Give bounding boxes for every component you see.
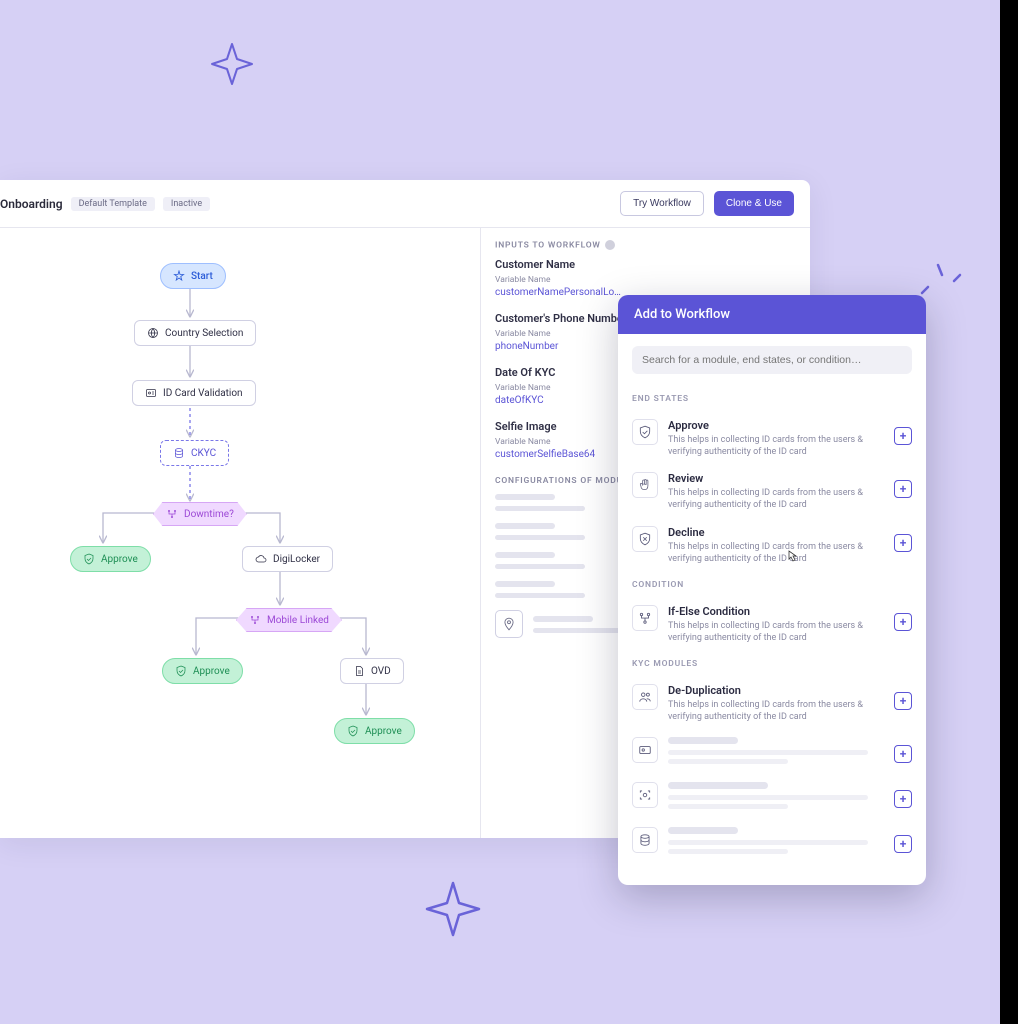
module-description: This helps in collecting ID cards from t… <box>668 620 884 644</box>
node-label: CKYC <box>191 448 216 459</box>
start-icon <box>173 270 185 282</box>
node-approve-1[interactable]: Approve <box>70 546 151 572</box>
branch-icon <box>632 605 658 631</box>
category-kyc-modules: KYC MODULES <box>632 659 912 669</box>
node-label: Start <box>191 271 213 282</box>
cursor-pointer-icon <box>784 549 800 565</box>
users-icon <box>632 684 658 710</box>
clone-and-use-button[interactable]: Clone & Use <box>714 191 794 216</box>
workflow-title: Onboarding <box>0 197 63 211</box>
add-module-button[interactable]: + <box>894 745 912 763</box>
id-card-icon <box>632 737 658 763</box>
module-approve[interactable]: Approve This helps in collecting ID card… <box>632 412 912 465</box>
branch-icon <box>166 508 178 520</box>
node-label: Country Selection <box>165 328 243 339</box>
node-start[interactable]: Start <box>160 263 226 289</box>
node-digilocker[interactable]: DigiLocker <box>242 546 333 572</box>
node-label: Approve <box>365 726 402 737</box>
module-decline[interactable]: Decline This helps in collecting ID card… <box>632 519 912 572</box>
sparkle-icon <box>210 42 254 86</box>
section-title-inputs: INPUTS TO WORKFLOW <box>495 240 810 250</box>
node-label: ID Card Validation <box>163 388 243 399</box>
node-label: Mobile Linked <box>267 615 329 626</box>
category-condition: CONDITION <box>632 580 912 590</box>
variable-name-label: Variable Name <box>495 275 810 285</box>
database-icon <box>632 827 658 853</box>
node-mobile-linked-decision[interactable]: Mobile Linked <box>236 608 342 632</box>
add-module-button[interactable]: + <box>894 790 912 808</box>
add-to-workflow-panel: Add to Workflow END STATES Approve This … <box>618 295 926 885</box>
shield-x-icon <box>632 526 658 552</box>
node-approve-3[interactable]: Approve <box>334 718 415 744</box>
document-icon <box>353 665 365 677</box>
shield-check-icon <box>632 419 658 445</box>
module-de-duplication[interactable]: De-Duplication This helps in collecting … <box>632 677 912 730</box>
sparkle-icon <box>424 880 482 938</box>
try-workflow-button[interactable]: Try Workflow <box>620 191 704 216</box>
module-description: This helps in collecting ID cards from t… <box>668 487 884 511</box>
search-input[interactable] <box>632 346 912 374</box>
node-ovd[interactable]: OVD <box>340 658 404 684</box>
node-downtime-decision[interactable]: Downtime? <box>153 502 247 526</box>
add-module-button[interactable]: + <box>894 613 912 631</box>
input-label: Customer Name <box>495 258 810 271</box>
face-scan-icon <box>632 782 658 808</box>
module-title: If-Else Condition <box>668 605 884 618</box>
database-icon <box>173 447 185 459</box>
input-field-customer-name[interactable]: Customer Name Variable Name customerName… <box>495 258 810 298</box>
map-pin-icon <box>495 610 523 638</box>
burst-icon <box>920 257 966 295</box>
add-module-button[interactable]: + <box>894 835 912 853</box>
module-skeleton: + <box>632 820 912 865</box>
badge-default-template: Default Template <box>71 197 155 211</box>
info-icon <box>605 240 615 250</box>
module-skeleton: + <box>632 775 912 820</box>
node-id-card-validation[interactable]: ID Card Validation <box>132 380 256 406</box>
add-module-button[interactable]: + <box>894 427 912 445</box>
node-approve-2[interactable]: Approve <box>162 658 243 684</box>
module-title: Decline <box>668 526 884 539</box>
module-title: Approve <box>668 419 884 432</box>
shield-check-icon <box>347 725 359 737</box>
shield-check-icon <box>175 665 187 677</box>
shield-check-icon <box>83 553 95 565</box>
cloud-lock-icon <box>255 553 267 565</box>
hand-icon <box>632 472 658 498</box>
add-panel-title: Add to Workflow <box>618 295 926 334</box>
branch-icon <box>249 614 261 626</box>
add-module-button[interactable]: + <box>894 534 912 552</box>
globe-icon <box>147 327 159 339</box>
module-description: This helps in collecting ID cards from t… <box>668 699 884 723</box>
workflow-canvas[interactable]: Start Country Selection ID Card Validati… <box>0 228 480 838</box>
module-skeleton: + <box>632 730 912 775</box>
node-label: Approve <box>101 554 138 565</box>
module-if-else[interactable]: If-Else Condition This helps in collecti… <box>632 598 912 651</box>
node-label: Downtime? <box>184 509 234 520</box>
module-review[interactable]: Review This helps in collecting ID cards… <box>632 465 912 518</box>
add-module-button[interactable]: + <box>894 692 912 710</box>
node-label: OVD <box>371 666 391 677</box>
editor-header: Onboarding Default Template Inactive Try… <box>0 180 810 228</box>
module-title: De-Duplication <box>668 684 884 697</box>
badge-inactive: Inactive <box>163 197 210 211</box>
node-ckyc[interactable]: CKYC <box>160 440 229 466</box>
id-card-icon <box>145 387 157 399</box>
module-description: This helps in collecting ID cards from t… <box>668 434 884 458</box>
add-module-button[interactable]: + <box>894 480 912 498</box>
module-title: Review <box>668 472 884 485</box>
node-label: DigiLocker <box>273 554 320 565</box>
node-country-selection[interactable]: Country Selection <box>134 320 256 346</box>
node-label: Approve <box>193 666 230 677</box>
module-description: This helps in collecting ID cards from t… <box>668 541 884 565</box>
category-end-states: END STATES <box>632 394 912 404</box>
